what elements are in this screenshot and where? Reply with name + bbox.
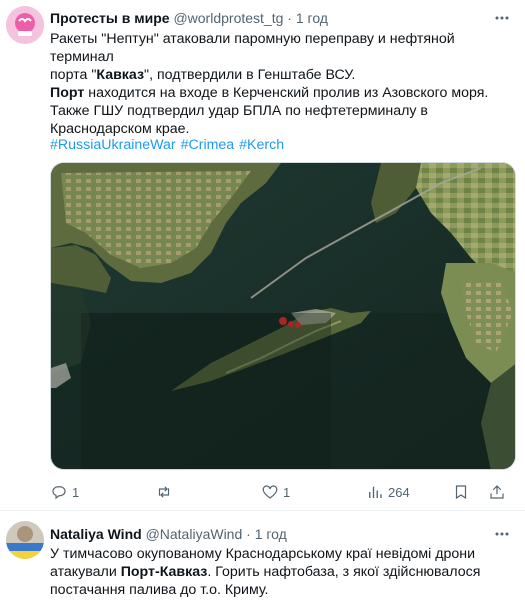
views-count: 264 bbox=[388, 484, 410, 500]
tweet-text-line: постачання палива до т.о. Криму. bbox=[50, 582, 269, 598]
avatar[interactable] bbox=[6, 521, 44, 559]
retweet-button[interactable] bbox=[155, 482, 177, 502]
more-icon[interactable] bbox=[493, 525, 511, 543]
retweet-icon bbox=[158, 486, 170, 498]
tweet-header: Nataliya Wind @NataliyaWind · 1 год bbox=[50, 525, 287, 543]
timestamp[interactable]: 1 год bbox=[296, 10, 328, 26]
author-handle[interactable]: @NataliyaWind bbox=[146, 526, 243, 542]
reply-button[interactable]: 1 bbox=[50, 482, 79, 502]
avatar-image bbox=[6, 6, 44, 44]
tweet-text-line: Ракеты "Нептун" атаковали паромную переп… bbox=[50, 31, 455, 65]
avatar-image bbox=[6, 521, 44, 559]
satellite-image[interactable] bbox=[50, 162, 516, 470]
bookmark-icon bbox=[455, 485, 467, 500]
author-name[interactable]: Nataliya Wind bbox=[50, 526, 142, 542]
reply-count: 1 bbox=[72, 484, 80, 500]
separator-dot: · bbox=[287, 10, 292, 26]
tweet[interactable]: Nataliya Wind @NataliyaWind · 1 год У ти… bbox=[0, 511, 525, 610]
author-name[interactable]: Протесты в мире bbox=[50, 10, 170, 26]
tweet-text-line: Также ГШУ подтвердил удар БПЛА по нефтет… bbox=[50, 103, 428, 119]
hashtag-link[interactable]: #Crimea bbox=[181, 137, 235, 153]
tweet-text-line: Краснодарском крае. bbox=[50, 121, 190, 137]
tweet-text-line: порта "Кавказ", подтвердили в Генштабе В… bbox=[50, 67, 356, 83]
like-button[interactable]: 1 bbox=[261, 482, 290, 502]
views-icon bbox=[369, 486, 382, 498]
hashtag-link[interactable]: #Kerch bbox=[239, 137, 284, 153]
bookmark-button[interactable] bbox=[452, 482, 470, 502]
satellite-map bbox=[51, 163, 515, 469]
reply-icon bbox=[52, 486, 66, 500]
hashtag-list: #RussiaUkraineWar #Crimea #Kerch bbox=[50, 137, 285, 153]
tweet-text: У тимчасово окупованому Краснодарському … bbox=[50, 545, 510, 599]
separator-dot: · bbox=[246, 526, 251, 542]
share-icon bbox=[490, 485, 504, 499]
timestamp[interactable]: 1 год bbox=[255, 526, 287, 542]
tweet-text-line: Порт находится на входе в Керченский про… bbox=[50, 85, 489, 101]
hashtag-link[interactable]: #RussiaUkraineWar bbox=[50, 137, 176, 153]
tweet-header: Протесты в мире @worldprotest_tg · 1 год bbox=[50, 9, 328, 27]
heart-icon bbox=[262, 485, 278, 499]
more-icon[interactable] bbox=[493, 9, 511, 27]
action-bar: 1 1 264 bbox=[50, 482, 516, 502]
tweet-text-line: У тимчасово окупованому Краснодарському … bbox=[50, 546, 476, 562]
views-button[interactable]: 264 bbox=[366, 482, 410, 502]
share-button[interactable] bbox=[488, 482, 506, 502]
like-count: 1 bbox=[283, 484, 291, 500]
tweet-text: Ракеты "Нептун" атаковали паромную переп… bbox=[50, 30, 510, 138]
author-handle[interactable]: @worldprotest_tg bbox=[173, 10, 283, 26]
tweet[interactable]: Протесты в мире @worldprotest_tg · 1 год… bbox=[0, 0, 525, 511]
avatar[interactable] bbox=[6, 6, 44, 44]
tweet-text-line: атакували Порт-Кавказ. Горить нафтобаза,… bbox=[50, 564, 481, 580]
